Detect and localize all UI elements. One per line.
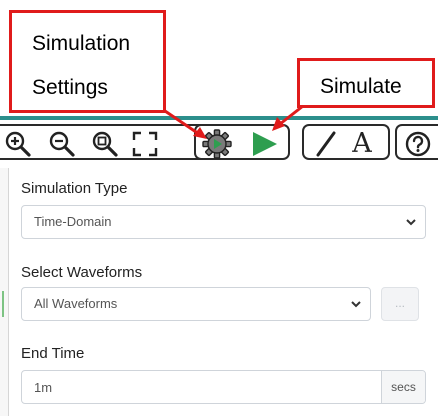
- play-icon: [253, 132, 277, 156]
- help-button[interactable]: [402, 129, 434, 159]
- toolbar: A: [0, 120, 438, 164]
- callout-text-simulate: Simulate: [320, 75, 402, 98]
- end-time-input-group: secs: [21, 370, 426, 404]
- callout-text-settings: Settings: [32, 76, 108, 99]
- end-time-input[interactable]: [22, 371, 387, 403]
- left-rail-marker: [2, 291, 4, 317]
- chevron-down-icon: [351, 301, 361, 308]
- select-waveforms-value: All Waveforms: [34, 296, 118, 311]
- draw-line-icon: [316, 131, 336, 157]
- fullscreen-button[interactable]: [129, 129, 161, 159]
- zoom-fit-button[interactable]: [89, 129, 121, 159]
- callout-text-simulation: Simulation: [32, 32, 131, 55]
- view-tool-group: [0, 124, 210, 160]
- simulation-type-value: Time-Domain: [34, 214, 112, 229]
- text-icon: A: [352, 128, 372, 159]
- waveforms-more-button[interactable]: ...: [381, 287, 419, 321]
- left-rail: [0, 168, 8, 416]
- zoom-out-icon: [49, 131, 75, 157]
- end-time-unit: secs: [381, 371, 425, 403]
- simulation-type-label: Simulation Type: [21, 180, 128, 197]
- simulate-button[interactable]: [248, 129, 280, 159]
- simulation-settings-panel: Simulation Type Time-Domain Select Wavef…: [8, 168, 438, 416]
- add-text-button[interactable]: A: [346, 129, 378, 159]
- simulation-settings-callout: Simulation Settings: [9, 10, 166, 113]
- draw-tool-group: A: [302, 124, 390, 160]
- chevron-down-icon: [406, 219, 416, 226]
- select-waveforms-select[interactable]: All Waveforms: [21, 287, 371, 321]
- zoom-fit-icon: [92, 131, 118, 157]
- simulation-settings-button[interactable]: [201, 129, 233, 159]
- simulate-callout: Simulate: [297, 58, 435, 108]
- end-time-label: End Time: [21, 345, 85, 362]
- fullscreen-icon: [132, 131, 158, 157]
- help-tool-group: [395, 124, 438, 160]
- draw-line-button[interactable]: [310, 129, 342, 159]
- simulation-type-select[interactable]: Time-Domain: [21, 205, 426, 239]
- zoom-in-icon: [5, 131, 31, 157]
- help-icon: [405, 131, 431, 157]
- gear-icon: [202, 129, 232, 159]
- zoom-out-button[interactable]: [46, 129, 78, 159]
- zoom-in-button[interactable]: [2, 129, 34, 159]
- simulation-tool-group: [194, 124, 290, 160]
- select-waveforms-label: Select Waveforms: [21, 264, 143, 281]
